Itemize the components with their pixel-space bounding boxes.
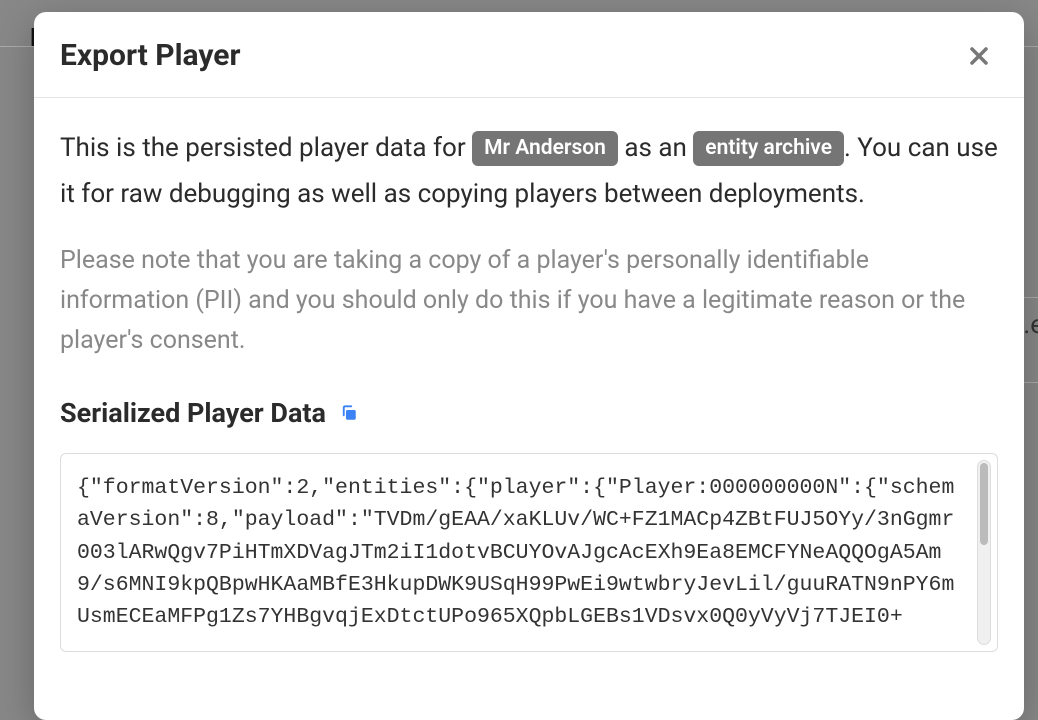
description-text: as an xyxy=(618,133,693,163)
copy-icon xyxy=(340,404,358,422)
entity-archive-badge: entity archive xyxy=(693,131,844,166)
section-header: Serialized Player Data xyxy=(60,397,998,429)
serialized-data-content[interactable]: {"formatVersion":2,"entities":{"player":… xyxy=(77,472,981,633)
scrollbar-thumb[interactable] xyxy=(980,463,988,545)
description-text: This is the persisted player data for xyxy=(60,133,472,163)
background-text-fragment: .e xyxy=(1023,310,1038,340)
pii-warning-note: Please note that you are taking a copy o… xyxy=(60,241,998,361)
export-description: This is the persisted player data for Mr… xyxy=(60,126,998,217)
player-name-badge: Mr Anderson xyxy=(472,131,618,166)
serialized-data-box[interactable]: {"formatVersion":2,"entities":{"player":… xyxy=(60,453,998,652)
serialized-data-title: Serialized Player Data xyxy=(60,397,326,429)
close-button[interactable] xyxy=(964,41,994,71)
scrollbar-track[interactable] xyxy=(977,460,991,645)
modal-body: This is the persisted player data for Mr… xyxy=(34,98,1024,720)
copy-button[interactable] xyxy=(340,404,358,422)
close-icon xyxy=(967,44,991,68)
background-divider xyxy=(1024,382,1038,383)
background-divider xyxy=(1024,297,1038,298)
export-player-modal: Export Player This is the persisted play… xyxy=(34,12,1024,720)
modal-title: Export Player xyxy=(60,38,240,73)
modal-header: Export Player xyxy=(34,12,1024,98)
